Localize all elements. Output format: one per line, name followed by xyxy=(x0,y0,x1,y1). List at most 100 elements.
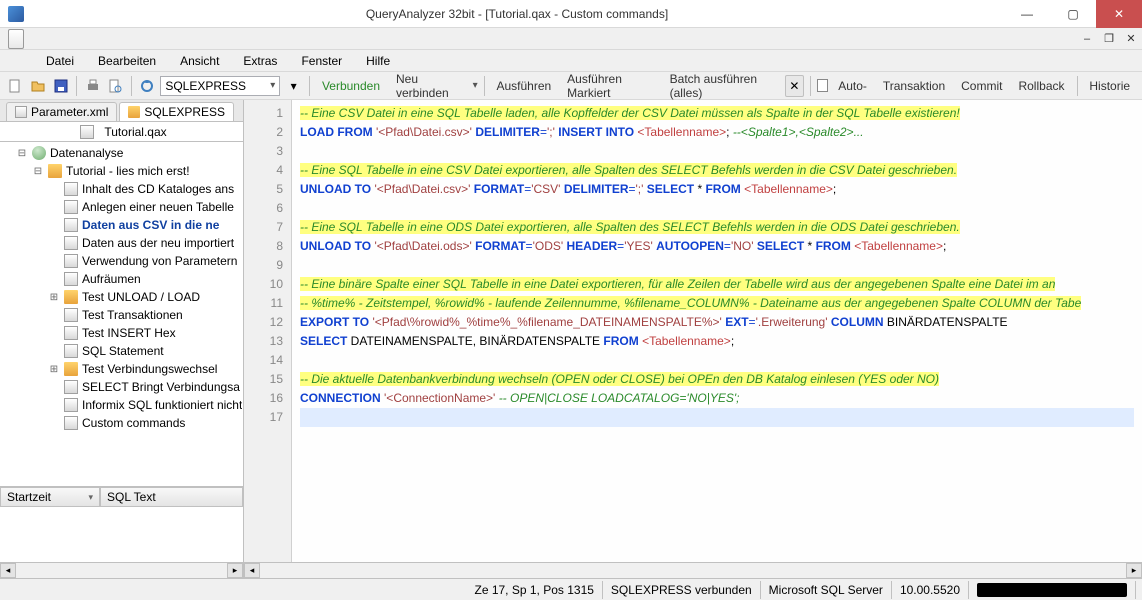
current-file-row: Tutorial.qax xyxy=(0,122,243,142)
folder-icon xyxy=(48,164,62,178)
maximize-button[interactable]: ▢ xyxy=(1050,0,1096,28)
status-position: Ze 17, Sp 1, Pos 1315 xyxy=(467,581,603,599)
toolbar: SQLEXPRESS ▾ Verbunden Neu verbinden ▾ A… xyxy=(0,72,1142,100)
menu-fenster[interactable]: Fenster xyxy=(291,52,352,70)
commit-button[interactable]: Commit xyxy=(955,79,1008,93)
file-icon xyxy=(80,125,94,139)
database-icon xyxy=(32,146,46,160)
close-button[interactable]: ✕ xyxy=(1096,0,1142,28)
print-button[interactable] xyxy=(83,75,102,97)
reconnect-button[interactable]: Neu verbinden xyxy=(390,72,469,100)
menu-ansicht[interactable]: Ansicht xyxy=(170,52,229,70)
tree-item[interactable]: Daten aus der neu importiert xyxy=(0,234,243,252)
menu-extras[interactable]: Extras xyxy=(233,52,287,70)
tree-item[interactable]: SQL Statement xyxy=(0,342,243,360)
page-icon xyxy=(64,344,78,358)
connection-dropdown-button[interactable]: ▾ xyxy=(284,75,303,97)
reconnect-dropdown-icon[interactable]: ▾ xyxy=(473,80,478,91)
code-area[interactable]: -- Eine CSV Datei in eine SQL Tabelle la… xyxy=(292,100,1142,562)
mdi-close-button[interactable]: ✕ xyxy=(1122,31,1140,47)
page-icon xyxy=(64,416,78,430)
page-icon xyxy=(64,218,78,232)
collapse-icon[interactable]: ⊟ xyxy=(16,148,28,159)
app-icon xyxy=(8,6,24,22)
tab-sqlexpress[interactable]: SQLEXPRESS xyxy=(119,102,234,121)
connection-combo[interactable]: SQLEXPRESS xyxy=(160,76,280,96)
execute-button[interactable]: Ausführen xyxy=(490,79,557,93)
tree-view[interactable]: ⊟Datenanalyse ⊟Tutorial - lies mich erst… xyxy=(0,142,243,486)
document-icon xyxy=(8,29,24,49)
page-icon xyxy=(64,380,78,394)
stop-button[interactable]: ✕ xyxy=(785,75,804,97)
tree-item[interactable]: Custom commands xyxy=(0,414,243,432)
rollback-button[interactable]: Rollback xyxy=(1012,79,1070,93)
tree-item[interactable]: Test Transaktionen xyxy=(0,306,243,324)
folder-icon xyxy=(128,106,140,118)
page-icon xyxy=(64,182,78,196)
batch-all-button[interactable]: Batch ausführen (alles) xyxy=(664,72,781,100)
transaction-button[interactable]: Transaktion xyxy=(877,79,951,93)
editor-hscroll[interactable]: ◂ ▸ xyxy=(244,562,1142,578)
expand-icon[interactable]: ⊞ xyxy=(48,364,60,375)
tree-item-selected[interactable]: Daten aus CSV in die ne xyxy=(0,216,243,234)
editor-pane: 1234567891011121314151617 -- Eine CSV Da… xyxy=(244,100,1142,578)
scroll-right-button[interactable]: ▸ xyxy=(227,563,243,578)
history-grid: Startzeit▾ SQL Text ◂ ▸ xyxy=(0,486,243,578)
menu-bearbeiten[interactable]: Bearbeiten xyxy=(88,52,166,70)
page-icon xyxy=(64,236,78,250)
tree-item[interactable]: Aufräumen xyxy=(0,270,243,288)
grid-body[interactable] xyxy=(0,507,243,562)
grid-hscroll[interactable]: ◂ ▸ xyxy=(0,562,243,578)
tree-item[interactable]: Test INSERT Hex xyxy=(0,324,243,342)
open-button[interactable] xyxy=(29,75,48,97)
status-version: 10.00.5520 xyxy=(892,581,969,599)
page-icon xyxy=(64,254,78,268)
page-icon xyxy=(64,272,78,286)
tree-root[interactable]: ⊟Datenanalyse xyxy=(0,144,243,162)
tree-item[interactable]: Anlegen einer neuen Tabelle xyxy=(0,198,243,216)
tree-item[interactable]: Inhalt des CD Kataloges ans xyxy=(0,180,243,198)
scroll-right-button[interactable]: ▸ xyxy=(1126,563,1142,578)
grid-col-sqltext[interactable]: SQL Text xyxy=(100,487,243,507)
title-bar: QueryAnalyzer 32bit - [Tutorial.qax - Cu… xyxy=(0,0,1142,28)
window-title: QueryAnalyzer 32bit - [Tutorial.qax - Cu… xyxy=(30,7,1004,21)
file-icon xyxy=(15,106,27,118)
save-button[interactable] xyxy=(52,75,71,97)
grid-col-startzeit[interactable]: Startzeit▾ xyxy=(0,487,100,507)
tab-parameter-xml[interactable]: Parameter.xml xyxy=(6,102,117,121)
tree-item[interactable]: Verwendung von Parametern xyxy=(0,252,243,270)
menu-datei[interactable]: Datei xyxy=(36,52,84,70)
minimize-button[interactable]: — xyxy=(1004,0,1050,28)
tree-item[interactable]: ⊞Test UNLOAD / LOAD xyxy=(0,288,243,306)
mdi-restore-button[interactable]: ❐ xyxy=(1100,31,1118,47)
sort-icon: ▾ xyxy=(88,492,93,503)
collapse-icon[interactable]: ⊟ xyxy=(32,166,44,177)
expand-icon[interactable]: ⊞ xyxy=(48,292,60,303)
tree-item[interactable]: ⊞Test Verbindungswechsel xyxy=(0,360,243,378)
history-button[interactable]: Historie xyxy=(1083,79,1136,93)
folder-icon xyxy=(64,290,78,304)
status-connection: SQLEXPRESS verbunden xyxy=(603,581,761,599)
auto-label: Auto- xyxy=(832,79,873,93)
menu-bar: Datei Bearbeiten Ansicht Extras Fenster … xyxy=(0,50,1142,72)
status-bar: Ze 17, Sp 1, Pos 1315 SQLEXPRESS verbund… xyxy=(0,578,1142,600)
new-button[interactable] xyxy=(6,75,25,97)
tree-item[interactable]: Informix SQL funktioniert nicht xyxy=(0,396,243,414)
status-server: Microsoft SQL Server xyxy=(761,581,892,599)
code-editor[interactable]: 1234567891011121314151617 -- Eine CSV Da… xyxy=(244,100,1142,562)
menu-hilfe[interactable]: Hilfe xyxy=(356,52,400,70)
page-icon xyxy=(64,308,78,322)
page-icon xyxy=(64,398,78,412)
execute-marked-button[interactable]: Ausführen Markiert xyxy=(561,72,659,100)
document-row: – ❐ ✕ xyxy=(0,28,1142,50)
current-file-name: Tutorial.qax xyxy=(104,125,166,139)
tree-tutorial[interactable]: ⊟Tutorial - lies mich erst! xyxy=(0,162,243,180)
print-preview-button[interactable] xyxy=(106,75,125,97)
scroll-left-button[interactable]: ◂ xyxy=(244,563,260,578)
scroll-left-button[interactable]: ◂ xyxy=(0,563,16,578)
tree-item[interactable]: SELECT Bringt Verbindungsa xyxy=(0,378,243,396)
refresh-button[interactable] xyxy=(138,75,157,97)
mdi-minimize-button[interactable]: – xyxy=(1078,31,1096,47)
sidebar: Parameter.xml SQLEXPRESS Tutorial.qax ⊟D… xyxy=(0,100,244,578)
auto-checkbox[interactable] xyxy=(817,79,828,92)
